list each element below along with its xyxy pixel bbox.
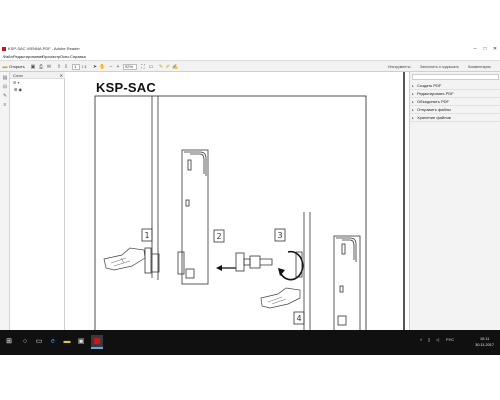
minimize-button[interactable]: –	[470, 45, 480, 53]
bookmarks-icon[interactable]: ⊟	[2, 84, 8, 90]
task-view-icon[interactable]: ▭	[34, 337, 44, 347]
menu-bar: Файл Редактирование Просмотр Окно Справк…	[0, 53, 500, 60]
panel-item-combine-pdf[interactable]: ▸ Объединить PDF	[410, 98, 500, 106]
fit-page-icon[interactable]: ⛶	[140, 64, 146, 70]
adobe-reader-icon	[2, 47, 6, 51]
layers-panel-header: Слои ✕	[10, 72, 65, 79]
step-number-4: 4	[296, 314, 301, 323]
volume-icon[interactable]: ◁	[436, 337, 439, 342]
save-icon[interactable]: ▣	[30, 64, 36, 70]
print-icon[interactable]: ⎙	[38, 64, 44, 70]
menu-help[interactable]: Справка	[70, 53, 86, 60]
tools-tab[interactable]: Инструменты	[388, 64, 410, 70]
toolbar: ▬ Открыть ▣ ⎙ ✉ ⇧ ⇩ 1 / 1 ➤ ✋ − + 92% ⛶ …	[0, 60, 500, 72]
close-button[interactable]: ✕	[490, 45, 500, 53]
file-explorer-icon[interactable]: ▬	[62, 337, 72, 347]
lock-right	[295, 212, 361, 330]
read-mode-icon[interactable]: ▭	[148, 64, 154, 70]
panel-item-label: Редактировать PDF	[417, 91, 454, 96]
menu-file[interactable]: Файл	[3, 53, 13, 60]
page-number-input[interactable]: 1	[72, 64, 80, 70]
layers-panel-title: Слои	[13, 73, 23, 78]
layers-icon[interactable]: ≡	[2, 102, 8, 108]
expand-arrow-icon: ▸	[412, 100, 414, 104]
network-icon[interactable]: ▯	[428, 337, 430, 342]
step-number-3: 3	[277, 231, 282, 240]
adobe-reader-taskbar-button[interactable]	[91, 335, 103, 349]
key-right-drawing	[260, 287, 301, 309]
email-icon[interactable]: ✉	[46, 64, 52, 70]
panel-item-label: Хранение файлов	[417, 115, 451, 120]
windows-start-icon[interactable]: ⊞	[4, 337, 14, 347]
page-total: / 1	[82, 64, 87, 69]
panel-item-edit-pdf[interactable]: ▸ Редактировать PDF	[410, 90, 500, 98]
highlight-icon[interactable]: ✐	[165, 64, 171, 70]
panel-item-label: Отправить файлы	[417, 107, 451, 112]
search-icon[interactable]: ○	[20, 337, 30, 347]
layers-options[interactable]: ⊞ ▾	[10, 79, 65, 86]
sign-icon[interactable]: ✍	[172, 64, 178, 70]
lock-left	[144, 96, 209, 285]
layers-panel: Слои ✕ ⊞ ▾ ⊞ ◉	[10, 72, 65, 330]
panel-item-send-files[interactable]: ▸ Отправить файлы	[410, 106, 500, 114]
comments-tab[interactable]: Комментарии	[468, 64, 491, 70]
hand-tool-icon[interactable]: ✋	[99, 64, 105, 70]
maximize-button[interactable]: □	[480, 45, 490, 53]
pdf-page: KSP-SAC 1 2 3 4	[66, 72, 405, 330]
page-thumbnails-icon[interactable]: ▤	[2, 75, 8, 81]
menu-view[interactable]: Просмотр	[42, 53, 60, 60]
menu-edit[interactable]: Редактирование	[13, 53, 43, 60]
page-up-icon[interactable]: ⇧	[56, 64, 62, 70]
adobe-reader-icon	[94, 338, 100, 344]
tools-panel: ▸ Создать PDF ▸ Редактировать PDF ▸ Объедин…	[409, 72, 500, 330]
panel-item-label: Создать PDF	[417, 83, 442, 88]
lock-diagram: 1 2 3 4	[94, 95, 367, 330]
zoom-in-icon[interactable]: +	[115, 64, 121, 70]
document-area: KSP-SAC 1 2 3 4	[66, 72, 409, 330]
title-bar: KSP-SAC VIENNA.PDF - Adobe Reader – □ ✕	[0, 45, 500, 53]
panel-item-label: Объединить PDF	[417, 99, 449, 104]
rotation-arrow	[279, 250, 304, 281]
panel-item-create-pdf[interactable]: ▸ Создать PDF	[410, 82, 500, 90]
bolt-drawing	[235, 252, 273, 272]
drawing-frame	[94, 95, 367, 330]
navigation-pane: ▤ ⊟ ✎ ≡	[0, 72, 10, 330]
attachments-icon[interactable]: ✎	[2, 93, 8, 99]
tray-chevron-icon[interactable]: ˄	[420, 337, 422, 342]
language-indicator[interactable]: РУС	[446, 337, 454, 342]
window-title: KSP-SAC VIENNA.PDF - Adobe Reader	[8, 46, 80, 51]
edge-icon[interactable]: e	[48, 337, 58, 347]
step-number-1: 1	[144, 231, 149, 240]
expand-arrow-icon: ▸	[412, 92, 414, 96]
expand-arrow-icon: ▸	[412, 108, 414, 112]
expand-arrow-icon: ▸	[412, 116, 414, 120]
taskbar: ⊞ ○ ▭ e ▬ ▣ ˄ ▯ ◁ РУС 10:11 30.11.2017	[0, 330, 500, 355]
open-folder-icon[interactable]: ▬	[2, 64, 8, 70]
clock-date: 30.11.2017	[475, 343, 494, 347]
comment-icon[interactable]: ✎	[158, 64, 164, 70]
menu-window[interactable]: Окно	[60, 53, 69, 60]
page-down-icon[interactable]: ⇩	[63, 64, 69, 70]
open-button[interactable]: Открыть	[9, 64, 25, 70]
select-cursor-icon[interactable]: ➤	[92, 64, 98, 70]
zoom-select[interactable]: 92%	[123, 64, 137, 70]
step-number-2: 2	[216, 232, 221, 241]
store-icon[interactable]: ▣	[76, 337, 86, 347]
layer-row[interactable]: ⊞ ◉	[10, 87, 65, 93]
panel-item-store-files[interactable]: ▸ Хранение файлов	[410, 114, 500, 122]
zoom-out-icon[interactable]: −	[108, 64, 114, 70]
close-icon[interactable]: ✕	[60, 72, 63, 79]
screen: KSP-SAC VIENNA.PDF - Adobe Reader – □ ✕ …	[0, 45, 500, 355]
panel-search-field[interactable]	[412, 74, 499, 80]
expand-arrow-icon: ▸	[412, 84, 414, 88]
system-clock[interactable]: 10:11 30.11.2017	[475, 336, 494, 348]
fill-sign-tab[interactable]: Заполнить и подписать	[420, 64, 459, 70]
key-left-drawing	[103, 247, 146, 271]
